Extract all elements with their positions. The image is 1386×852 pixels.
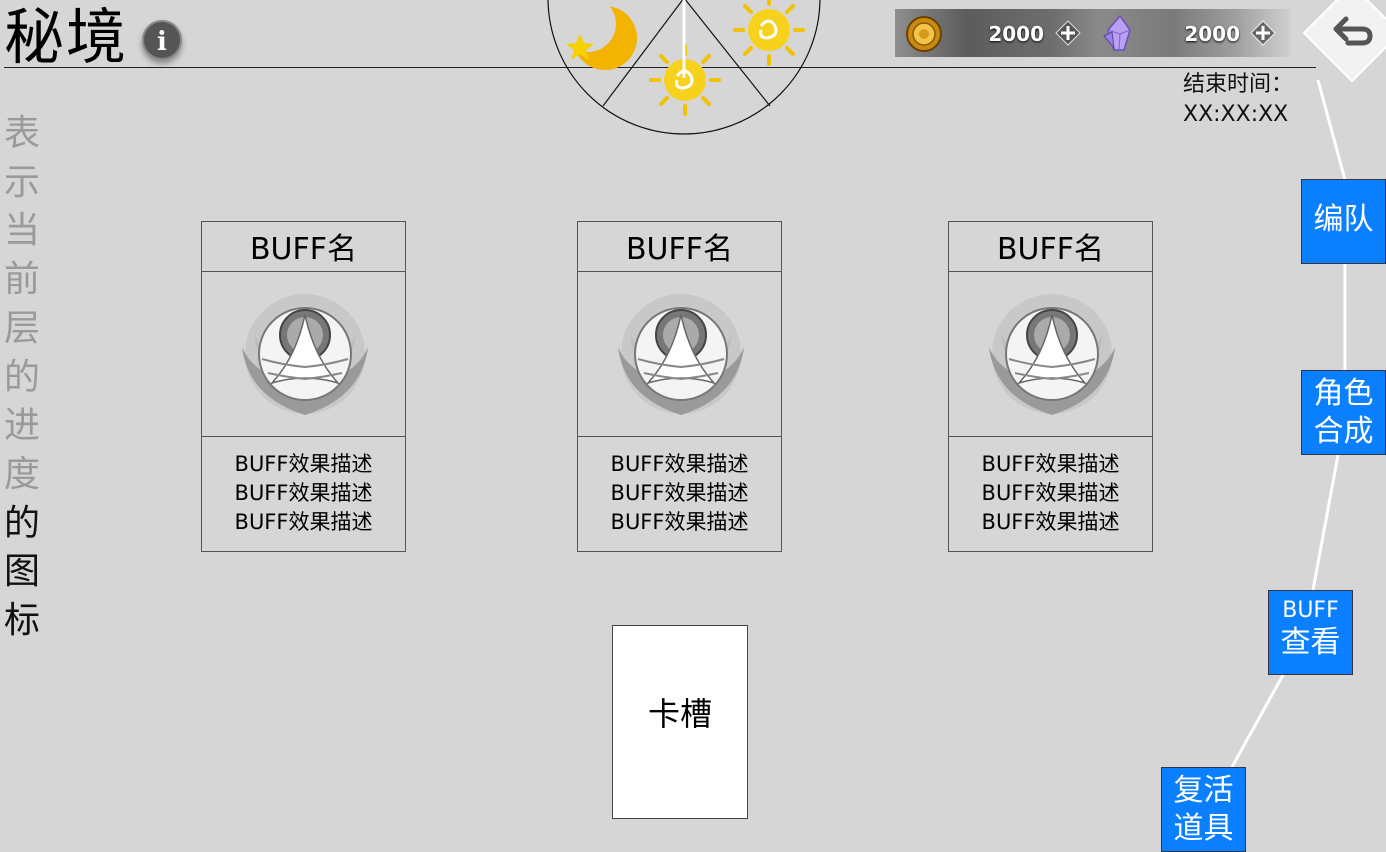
day-night-dial	[547, 0, 821, 135]
button-label-line: 合成	[1313, 414, 1374, 449]
buff-desc-line: BUFF效果描述	[234, 510, 373, 534]
buff-card[interactable]: BUFF名 BUFF效果描述 BUFF效果描述 BUFF效果描述	[948, 221, 1153, 552]
buff-desc-line: BUFF效果描述	[234, 481, 373, 505]
button-label-line: 复活	[1173, 773, 1234, 808]
buff-image	[578, 272, 781, 437]
buff-description: BUFF效果描述 BUFF效果描述 BUFF效果描述	[949, 450, 1152, 537]
buff-card[interactable]: BUFF名 BUFF效果描述 BUFF效果描述 BUFF效果描述	[201, 221, 406, 552]
page-title: 秘境	[4, 3, 128, 73]
buff-name: BUFF名	[578, 222, 781, 272]
gold-amount: 2000	[988, 22, 1044, 46]
buff-description: BUFF效果描述 BUFF效果描述 BUFF效果描述	[202, 450, 405, 537]
buff-view-button[interactable]: BUFF 查看	[1268, 590, 1353, 675]
card-slot[interactable]: 卡槽	[612, 625, 748, 819]
end-time-label: 结束时间：	[1183, 72, 1294, 97]
button-label-line: 道具	[1173, 811, 1234, 846]
end-time: 结束时间： XX:XX:XX	[1183, 70, 1293, 130]
progress-char: 表	[4, 113, 41, 154]
buff-desc-line: BUFF效果描述	[234, 452, 373, 476]
crystal-amount: 2000	[1184, 22, 1240, 46]
button-label-line: 查看	[1280, 625, 1341, 660]
info-icon[interactable]: i	[142, 20, 182, 60]
phoenix-emblem-icon	[989, 294, 1115, 415]
progress-char: 度	[4, 453, 41, 495]
add-gold-plus-icon[interactable]	[1054, 19, 1082, 47]
progress-char: 当	[4, 210, 41, 252]
floor-progress-indicator: 表 示 当 前 层 的 进 度 的 图 标	[4, 110, 44, 646]
progress-char: 进	[4, 405, 41, 447]
character-compose-button[interactable]: 角色 合成	[1301, 370, 1386, 455]
buff-desc-line: BUFF效果描述	[610, 510, 749, 534]
buff-name: BUFF名	[202, 222, 405, 272]
progress-char: 示	[4, 161, 41, 203]
add-crystal-plus-icon[interactable]	[1249, 19, 1277, 47]
buff-desc-line: BUFF效果描述	[981, 510, 1120, 534]
button-label-line: BUFF	[1282, 598, 1339, 623]
sun-icon	[733, 0, 805, 66]
end-time-value: XX:XX:XX	[1183, 102, 1289, 127]
gold-coin-icon	[906, 16, 942, 52]
progress-char: 的	[4, 502, 41, 544]
revive-item-button[interactable]: 复活 道具	[1161, 767, 1246, 852]
buff-image	[202, 272, 405, 437]
progress-char: 前	[4, 259, 41, 301]
buff-desc-line: BUFF效果描述	[610, 481, 749, 505]
buff-desc-line: BUFF效果描述	[610, 452, 749, 476]
progress-char: 标	[4, 600, 41, 642]
buff-card[interactable]: BUFF名 BUFF效果描述 BUFF效果描述 BUFF效果描述	[577, 221, 782, 552]
progress-char: 图	[4, 551, 41, 593]
phoenix-emblem-icon	[242, 294, 368, 415]
buff-desc-line: BUFF效果描述	[981, 452, 1120, 476]
phoenix-emblem-icon	[618, 294, 744, 415]
progress-char: 层	[4, 307, 41, 349]
buff-name: BUFF名	[949, 222, 1152, 272]
buff-desc-line: BUFF效果描述	[981, 481, 1120, 505]
buff-image	[949, 272, 1152, 437]
progress-char: 的	[4, 356, 41, 398]
buff-description: BUFF效果描述 BUFF效果描述 BUFF效果描述	[578, 450, 781, 537]
button-label-line: 角色	[1313, 376, 1374, 411]
back-button[interactable]	[1300, 0, 1386, 85]
crystal-icon	[1103, 14, 1131, 51]
team-formation-button[interactable]: 编队	[1301, 179, 1386, 264]
moon-icon	[560, 0, 637, 70]
